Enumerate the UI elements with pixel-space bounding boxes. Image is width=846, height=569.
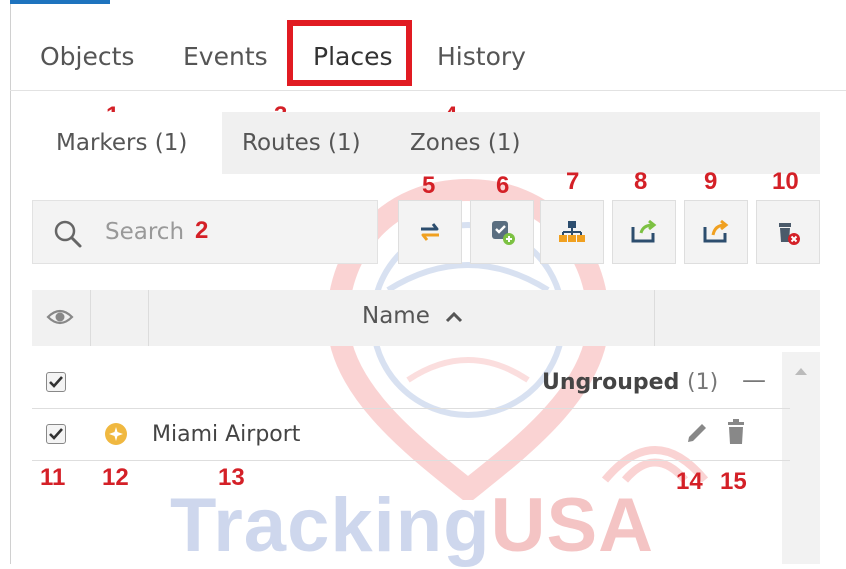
search-input[interactable]: Search — [105, 219, 184, 245]
group-collapse-button[interactable]: — — [742, 366, 766, 394]
tab-history[interactable]: History — [437, 42, 526, 71]
marker-name: Miami Airport — [152, 422, 301, 447]
name-column-header[interactable]: Name — [362, 303, 463, 329]
callout-14: 14 — [676, 468, 703, 495]
watermark-usa: USA — [490, 483, 655, 568]
export-icon — [703, 219, 729, 243]
active-indicator — [10, 0, 110, 4]
list-header: Name — [32, 290, 820, 346]
watermark-text: TrackingUSA — [170, 482, 654, 569]
header-divider — [90, 290, 91, 346]
scroll-up-icon[interactable] — [794, 366, 808, 376]
delete-all-button[interactable] — [756, 200, 820, 264]
tab-markers-label: Markers (1) — [56, 130, 188, 156]
reload-button[interactable] — [398, 200, 462, 264]
watermark-tracking: Tracking — [170, 483, 491, 568]
callout-13: 13 — [218, 464, 245, 491]
callout-15: 15 — [720, 468, 747, 495]
header-divider — [148, 290, 149, 346]
places-highlight-box — [287, 20, 412, 86]
tab-zones-label: Zones (1) — [410, 130, 521, 156]
group-count: (1) — [687, 370, 719, 395]
search-icon — [54, 220, 82, 248]
delete-all-icon — [779, 223, 800, 245]
groups-icon — [559, 221, 585, 242]
tab-events[interactable]: Events — [183, 42, 268, 71]
checkmark-icon — [49, 376, 63, 388]
places-sub-tab-bar: Markers (1) Routes (1) Zones (1) — [32, 112, 820, 174]
main-tab-bar: Objects Events Places History — [10, 20, 846, 91]
add-marker-icon — [492, 221, 515, 245]
callout-11: 11 — [40, 464, 66, 491]
callout-9: 9 — [704, 168, 718, 195]
item-visibility-checkbox[interactable] — [46, 424, 66, 444]
tab-zones[interactable]: Zones (1) — [410, 112, 550, 174]
group-label: Ungrouped — [542, 370, 680, 395]
callout-2: 2 — [195, 217, 209, 244]
search-field[interactable]: Search 2 — [32, 200, 378, 264]
callout-6: 6 — [496, 172, 510, 199]
callout-7: 7 — [566, 168, 580, 195]
edit-pencil-icon[interactable] — [684, 420, 710, 446]
callout-12: 12 — [102, 464, 129, 491]
name-column-label: Name — [362, 303, 430, 329]
delete-trash-icon[interactable] — [724, 418, 748, 446]
checkmark-icon — [49, 428, 63, 440]
group-row: Ungrouped (1) — — [32, 356, 790, 409]
tab-routes-label: Routes (1) — [242, 130, 361, 156]
visibility-eye-icon[interactable] — [46, 307, 74, 327]
callout-5: 5 — [422, 172, 436, 199]
sort-ascending-icon — [446, 311, 463, 322]
import-button[interactable] — [612, 200, 676, 264]
header-divider — [654, 290, 655, 346]
group-checkbox[interactable] — [46, 372, 66, 392]
tab-routes[interactable]: Routes (1) — [242, 112, 382, 174]
callout-8: 8 — [634, 168, 648, 195]
export-button[interactable] — [684, 200, 748, 264]
import-icon — [631, 219, 657, 243]
callout-10: 10 — [772, 168, 799, 195]
groups-button[interactable] — [540, 200, 604, 264]
tab-markers[interactable]: Markers (1) — [32, 112, 222, 174]
add-marker-button[interactable] — [470, 200, 534, 264]
airport-marker-icon — [105, 423, 127, 445]
list-item[interactable]: Miami Airport — [32, 408, 790, 461]
tab-objects[interactable]: Objects — [40, 42, 134, 71]
reload-icon — [421, 223, 439, 241]
